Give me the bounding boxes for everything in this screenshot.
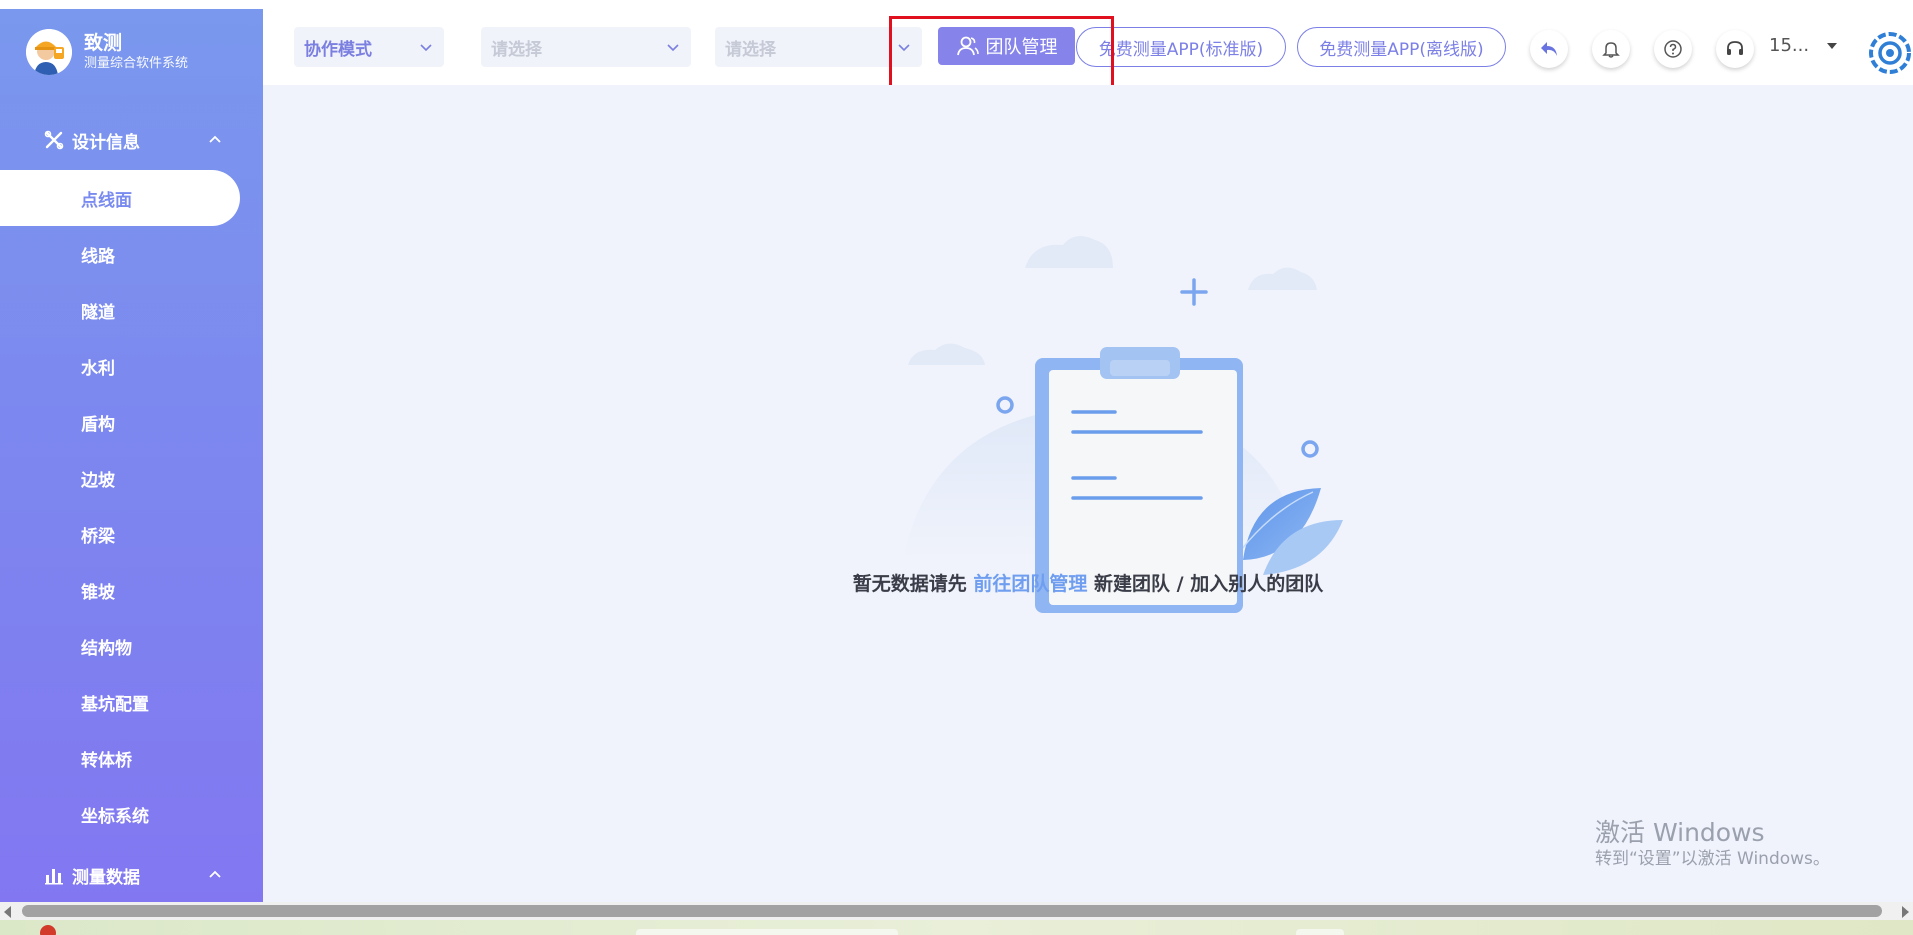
sidebar-item-label: 转体桥 bbox=[81, 750, 132, 771]
app-logo: 致测 测量综合软件系统 bbox=[26, 29, 188, 75]
watermark-line-2: 转到“设置”以激活 Windows。 bbox=[1595, 849, 1830, 869]
users-icon bbox=[956, 36, 979, 56]
project-select-placeholder: 请选择 bbox=[491, 39, 542, 60]
main-content: 暂无数据请先 前往团队管理 新建团队 / 加入别人的团队 bbox=[263, 85, 1913, 902]
question-icon bbox=[1664, 40, 1682, 58]
sidebar-item-tunnel[interactable]: 隧道 bbox=[0, 282, 240, 338]
top-bar: 协作模式 请选择 请选择 团队管理 免费测量APP(标准版) 免费测量APP(离… bbox=[275, 9, 1913, 85]
section-design-info[interactable]: 设计信息 bbox=[44, 125, 224, 155]
free-app-standard-label: 免费测量APP(标准版) bbox=[1098, 39, 1264, 60]
free-app-offline-label: 免费测量APP(离线版) bbox=[1319, 39, 1484, 60]
sidebar-item-foundation-pit[interactable]: 基坑配置 bbox=[0, 674, 240, 730]
free-app-offline-button[interactable]: 免费测量APP(离线版) bbox=[1297, 27, 1506, 67]
sidebar-item-label: 桥梁 bbox=[81, 526, 115, 547]
customer-service-button[interactable] bbox=[1716, 30, 1754, 68]
section-measurement-data[interactable]: 测量数据 bbox=[44, 860, 224, 890]
scrollbar-thumb[interactable] bbox=[22, 905, 1882, 917]
team-management-label: 团队管理 bbox=[985, 37, 1058, 58]
brand-logo-icon bbox=[1869, 32, 1911, 74]
chevron-down-icon bbox=[667, 44, 679, 52]
watermark-line-1: 激活 Windows bbox=[1595, 818, 1765, 847]
empty-state-clipboard-icon bbox=[903, 236, 1343, 613]
sidebar-item-label: 边坡 bbox=[81, 470, 115, 491]
sidebar-item-hydraulic[interactable]: 水利 bbox=[0, 338, 240, 394]
sidebar-item-route[interactable]: 线路 bbox=[0, 226, 240, 282]
headset-icon bbox=[1727, 41, 1743, 55]
sidebar-item-label: 基坑配置 bbox=[81, 694, 149, 715]
scroll-right-arrow-icon[interactable] bbox=[1902, 906, 1909, 918]
collaboration-mode-select[interactable]: 协作模式 bbox=[294, 27, 444, 67]
go-to-team-management-link[interactable]: 前往团队管理 bbox=[973, 573, 1087, 595]
bell-icon bbox=[1602, 42, 1620, 58]
empty-state-suffix: 新建团队 / 加入别人的团队 bbox=[1087, 573, 1324, 595]
sidebar-item-label: 坐标系统 bbox=[81, 806, 149, 827]
bar-chart-icon bbox=[44, 865, 64, 885]
taskbar-item[interactable] bbox=[1296, 929, 1344, 935]
sidebar-item-structure[interactable]: 结构物 bbox=[0, 618, 240, 674]
tools-icon bbox=[44, 130, 64, 150]
sidebar-item-point-line-surface[interactable]: 点线面 bbox=[0, 170, 240, 226]
sidebar: 致测 测量综合软件系统 设计信息 点线面 线路 隧道 水利 盾构 边坡 桥梁 锥… bbox=[0, 9, 263, 902]
taskbar bbox=[0, 920, 1913, 935]
section-measure-label: 测量数据 bbox=[72, 867, 140, 888]
section-design-label: 设计信息 bbox=[72, 132, 140, 153]
chevron-up-icon bbox=[209, 870, 221, 878]
sidebar-item-label: 结构物 bbox=[81, 638, 132, 659]
sidebar-item-shield[interactable]: 盾构 bbox=[0, 394, 240, 450]
reply-icon bbox=[1541, 42, 1557, 56]
chevron-up-icon bbox=[209, 135, 221, 143]
sidebar-item-label: 隧道 bbox=[81, 302, 115, 323]
sidebar-item-label: 锥坡 bbox=[81, 582, 115, 603]
team-management-button[interactable]: 团队管理 bbox=[938, 27, 1075, 65]
taskbar-badge-icon[interactable] bbox=[40, 925, 56, 935]
user-dropdown-caret-icon[interactable] bbox=[1827, 43, 1837, 49]
free-app-standard-button[interactable]: 免费测量APP(标准版) bbox=[1076, 27, 1286, 67]
item-select[interactable]: 请选择 bbox=[715, 27, 922, 67]
sidebar-item-cone-slope[interactable]: 锥坡 bbox=[0, 562, 240, 618]
collaboration-mode-value: 协作模式 bbox=[304, 39, 372, 60]
help-button[interactable] bbox=[1654, 30, 1692, 68]
item-select-placeholder: 请选择 bbox=[725, 39, 776, 60]
empty-state-message: 暂无数据请先 前往团队管理 新建团队 / 加入别人的团队 bbox=[263, 569, 1913, 596]
sidebar-item-label: 线路 bbox=[81, 246, 115, 267]
sidebar-item-label: 点线面 bbox=[81, 190, 132, 211]
logo-avatar-icon bbox=[26, 29, 72, 75]
user-name[interactable]: 15... bbox=[1769, 35, 1809, 56]
horizontal-scrollbar[interactable] bbox=[0, 902, 1913, 920]
sidebar-item-swivel-bridge[interactable]: 转体桥 bbox=[0, 730, 240, 786]
sidebar-item-label: 盾构 bbox=[81, 414, 115, 435]
sidebar-item-coordinate-system[interactable]: 坐标系统 bbox=[0, 786, 240, 842]
chevron-down-icon bbox=[420, 44, 432, 52]
taskbar-item[interactable] bbox=[636, 929, 898, 935]
notification-button[interactable] bbox=[1592, 30, 1630, 68]
windows-activation-watermark: 激活 Windows 转到“设置”以激活 Windows。 bbox=[1595, 818, 1830, 870]
sidebar-item-slope[interactable]: 边坡 bbox=[0, 450, 240, 506]
app-name: 致测 bbox=[84, 32, 123, 54]
sidebar-item-label: 水利 bbox=[81, 358, 115, 379]
chevron-down-icon bbox=[898, 44, 910, 52]
back-button[interactable] bbox=[1530, 30, 1568, 68]
empty-state-prefix: 暂无数据请先 bbox=[852, 573, 974, 595]
scroll-left-arrow-icon[interactable] bbox=[4, 906, 11, 918]
sidebar-item-bridge[interactable]: 桥梁 bbox=[0, 506, 240, 562]
project-select[interactable]: 请选择 bbox=[481, 27, 691, 67]
app-subtitle: 测量综合软件系统 bbox=[84, 56, 189, 71]
